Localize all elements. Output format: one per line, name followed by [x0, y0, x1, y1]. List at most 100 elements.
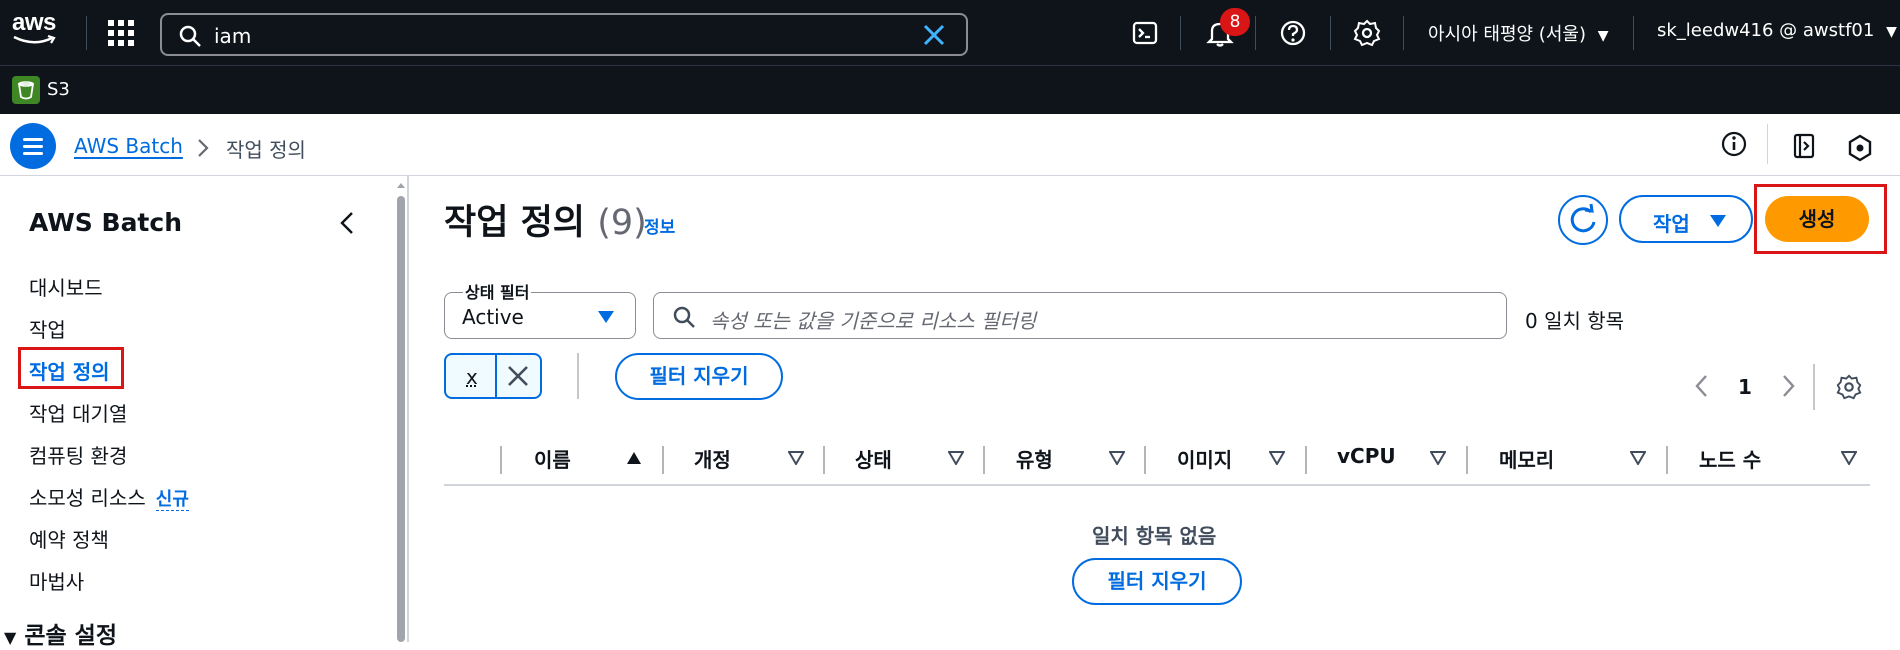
pager-divider [1813, 364, 1815, 410]
favorites-bar: S3 [0, 65, 1900, 114]
sidebar-item-dashboard[interactable]: 대시보드 [29, 272, 103, 301]
sort-icon[interactable] [1269, 451, 1285, 465]
column-divider [1466, 446, 1468, 474]
column-divider [500, 446, 502, 474]
s3-icon[interactable] [12, 76, 40, 104]
favorite-s3-link[interactable]: S3 [47, 79, 70, 100]
column-divider [662, 446, 664, 474]
page-title-text: 작업 정의 [444, 203, 585, 243]
filter-token-text: x [466, 365, 478, 389]
page-title: 작업 정의 (9) [444, 194, 647, 245]
remove-token-icon[interactable] [506, 364, 530, 388]
cloudshell-icon[interactable] [1130, 18, 1160, 48]
aws-smile-icon [13, 35, 56, 44]
actions-dropdown-button[interactable]: 작업 [1619, 195, 1753, 243]
status-filter-value: Active [462, 305, 524, 329]
panel-icon[interactable] [1790, 132, 1818, 160]
clear-filters-button[interactable]: 필터 지우기 [615, 353, 783, 400]
column-header-node-count[interactable]: 노드 수 [1699, 444, 1761, 473]
nav-divider [1403, 16, 1404, 50]
scroll-up-icon[interactable] [395, 180, 407, 190]
column-divider [823, 446, 825, 474]
search-value: iam [214, 24, 252, 48]
breadcrumb-current: 작업 정의 [226, 138, 306, 162]
new-badge: 신규 [155, 489, 189, 511]
sort-ascending-icon[interactable] [626, 451, 642, 465]
token-divider [495, 355, 497, 397]
section-label: 콘솔 설정 [24, 623, 117, 649]
column-header-name[interactable]: 이름 [534, 444, 571, 473]
help-icon[interactable] [1278, 18, 1308, 48]
console-settings-section[interactable]: ▼ 콘솔 설정 [4, 616, 117, 650]
hexagon-icon[interactable] [1846, 134, 1874, 162]
sort-icon[interactable] [1109, 451, 1125, 465]
empty-state-clear-filters-button[interactable]: 필터 지우기 [1072, 558, 1242, 605]
refresh-icon [1570, 203, 1596, 233]
column-header-image[interactable]: 이미지 [1177, 444, 1232, 473]
property-filter-input[interactable]: 속성 또는 값을 기준으로 리소스 필터링 [653, 292, 1507, 339]
aws-logo-text: aws [12, 9, 56, 36]
sidebar-item-jobs[interactable]: 작업 [29, 314, 66, 343]
caret-down-icon: ▼ [4, 628, 17, 647]
clear-search-icon[interactable] [922, 23, 946, 47]
sidebar-item-compute-environments[interactable]: 컴퓨팅 환경 [29, 440, 127, 469]
info-circle-icon[interactable] [1720, 130, 1748, 158]
notification-badge: 8 [1220, 8, 1250, 36]
info-link[interactable]: 정보 [644, 213, 675, 238]
caret-down-icon: ▼ [1886, 24, 1897, 40]
caret-down-icon: ▼ [1597, 28, 1609, 44]
region-selector[interactable]: 아시아 태평양 (서울) ▼ [1428, 20, 1608, 46]
actions-label: 작업 [1653, 212, 1690, 236]
sort-icon[interactable] [948, 451, 964, 465]
sort-icon[interactable] [1430, 451, 1446, 465]
nav-divider [86, 16, 87, 50]
sidebar-item-wizard[interactable]: 마법사 [29, 566, 84, 595]
gear-icon[interactable] [1352, 18, 1382, 48]
breadcrumb-aws-batch[interactable]: AWS Batch [74, 134, 183, 158]
table-header: 이름 개정 상태 유형 이미지 vCPU 메모리 노드 수 [444, 432, 1870, 486]
current-page[interactable]: 1 [1738, 375, 1752, 399]
sort-icon[interactable] [1630, 451, 1646, 465]
side-menu-button[interactable] [10, 123, 56, 169]
column-divider [1666, 446, 1668, 474]
column-header-revision[interactable]: 개정 [694, 444, 731, 473]
nav-divider [1180, 16, 1181, 50]
chevron-left-icon[interactable] [1694, 374, 1710, 398]
account-label: sk_leedw416 @ awstf01 [1657, 20, 1875, 41]
sort-icon[interactable] [788, 451, 804, 465]
search-icon [673, 306, 695, 328]
chevron-right-icon[interactable] [1780, 374, 1796, 398]
table-settings-icon[interactable] [1835, 373, 1863, 401]
region-label: 아시아 태평양 (서울) [1428, 24, 1586, 45]
sidebar-item-scheduling-policies[interactable]: 예약 정책 [29, 524, 109, 553]
sidebar-divider [407, 176, 409, 642]
sidebar-scrollbar[interactable] [397, 196, 405, 642]
side-navigation: AWS Batch 대시보드 작업 작업 정의 작업 대기열 컴퓨팅 환경 소모… [0, 176, 398, 649]
services-grid-icon[interactable] [108, 20, 134, 46]
aws-logo[interactable]: aws [12, 9, 60, 52]
toolbar-divider [577, 353, 579, 399]
top-navigation: aws iam 8 아시아 태평양 (서울) ▼ sk_leedw416 @ a… [0, 0, 1900, 65]
filter-token[interactable]: x [444, 353, 542, 399]
column-divider [1305, 446, 1307, 474]
column-divider [1144, 446, 1146, 474]
empty-state-message: 일치 항목 없음 [1092, 524, 1217, 548]
sidebar-item-consumable-resources[interactable]: 소모성 리소스 신규 [29, 482, 189, 511]
global-search-input[interactable]: iam [160, 13, 968, 56]
column-header-type[interactable]: 유형 [1016, 444, 1053, 473]
account-menu[interactable]: sk_leedw416 @ awstf01 ▼ [1657, 20, 1897, 41]
column-header-vcpu[interactable]: vCPU [1337, 444, 1396, 468]
column-header-memory[interactable]: 메모리 [1499, 444, 1554, 473]
collapse-sidebar-icon[interactable] [338, 210, 356, 236]
column-header-status[interactable]: 상태 [855, 444, 892, 473]
breadcrumb-bar: AWS Batch 작업 정의 [0, 114, 1900, 176]
sidebar-item-job-queues[interactable]: 작업 대기열 [29, 398, 127, 427]
chevron-right-icon [198, 139, 209, 157]
status-filter-label: 상태 필터 [463, 279, 532, 303]
match-count: 0 일치 항목 [1525, 309, 1625, 333]
sort-icon[interactable] [1841, 451, 1857, 465]
caret-down-icon [1710, 215, 1726, 227]
hamburger-icon [23, 138, 43, 141]
refresh-button[interactable] [1558, 195, 1608, 245]
sidebar-title: AWS Batch [29, 208, 183, 237]
